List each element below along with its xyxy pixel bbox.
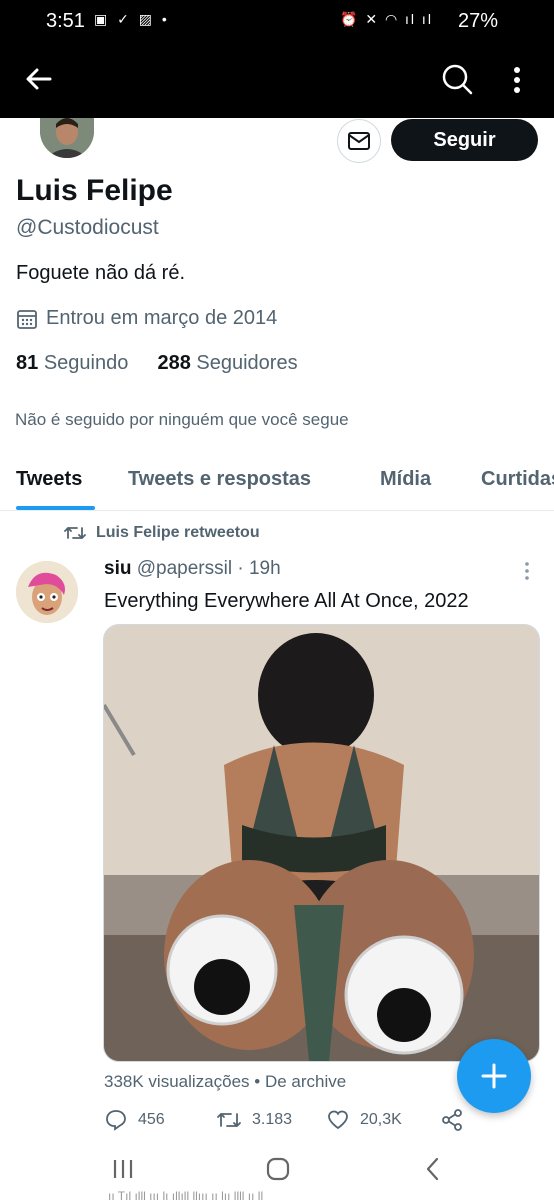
plus-icon [481, 1063, 507, 1089]
tab-media[interactable]: Mídia [380, 468, 431, 491]
active-tab-indicator [16, 506, 95, 510]
system-nav-bar: ıı Tıl ılll ııı lı ıllıll llııı ıı lıı l… [0, 1140, 554, 1203]
message-button[interactable] [337, 119, 381, 163]
status-bar: 3:51 ▣ ✓ ▨ • ⏰ ✕ ◠ ıl ıl 27% [0, 0, 554, 42]
compose-tweet-button[interactable] [457, 1039, 531, 1113]
calendar-icon [17, 309, 37, 329]
tweet-text: Everything Everywhere All At Once, 2022 [104, 590, 469, 612]
tab-tweets-replies[interactable]: Tweets e respostas [128, 468, 311, 491]
retweet-button-icon [217, 1113, 241, 1127]
more-options-icon[interactable] [505, 64, 529, 96]
retweet-note-text: Luis Felipe retweetou [96, 524, 260, 541]
profile-handle: @Custodiocust [16, 216, 159, 239]
tweet-more-icon[interactable] [522, 560, 532, 582]
following-label: Seguindo [43, 352, 129, 374]
following-count: 81 [16, 352, 39, 374]
status-left-icons: ▣ ✓ ▨ • [94, 11, 170, 27]
profile-tabs: Tweets Tweets e respostas Mídia Curtidas [0, 458, 554, 511]
views-count: 338K visualizações [104, 1072, 250, 1091]
not-followed-note: Não é seguido por ninguém que você segue [15, 410, 349, 429]
reply-action[interactable]: 456 [104, 1108, 165, 1132]
retweet-icon [64, 527, 86, 539]
status-time: 3:51 [46, 10, 85, 32]
follow-stats: 81 Seguindo 288 Seguidores [16, 352, 298, 375]
views-separator: • [254, 1072, 261, 1091]
tweet-separator: · [237, 558, 244, 579]
joined-text: Entrou em março de 2014 [46, 307, 278, 329]
like-action[interactable]: 20,3K [326, 1108, 402, 1132]
reply-icon [106, 1110, 126, 1131]
tweet-source[interactable]: De archive [265, 1072, 346, 1091]
joined-date: Entrou em março de 2014 [16, 307, 277, 330]
recent-apps-icon[interactable] [110, 1156, 136, 1182]
tweet-views: 338K visualizações • De archive [104, 1072, 346, 1092]
envelope-icon [348, 132, 370, 150]
tweet-author-handle[interactable]: @paperssil [137, 558, 232, 579]
tweet-author-name[interactable]: siu [104, 558, 131, 579]
retweet-action[interactable]: 3.183 [216, 1108, 292, 1132]
home-icon[interactable] [265, 1156, 291, 1182]
tweet-media[interactable] [103, 624, 540, 1062]
top-app-bar [0, 42, 554, 118]
profile-bio: Foguete não dá ré. [16, 262, 186, 284]
followers-label: Seguidores [196, 352, 298, 374]
tweet-time: 19h [248, 558, 281, 579]
like-count: 20,3K [360, 1111, 402, 1128]
follow-button[interactable]: Seguir [391, 119, 538, 161]
reply-count: 456 [138, 1111, 165, 1128]
heart-icon [328, 1110, 348, 1130]
profile-name: Luis Felipe [16, 174, 173, 207]
followers-link[interactable]: 288 Seguidores [157, 352, 297, 374]
tab-tweets[interactable]: Tweets [16, 468, 82, 491]
cut-off-text: ıı Tıl ılll ııı lı ıllıll llııı ıı lıı l… [108, 1189, 264, 1203]
search-icon[interactable] [440, 62, 474, 96]
tweet-author-avatar[interactable] [16, 561, 78, 623]
tweet-header: siu @paperssil · 19h [104, 558, 281, 580]
back-arrow-icon[interactable] [22, 62, 56, 96]
retweet-note: Luis Felipe retweetou [64, 524, 260, 542]
back-nav-icon[interactable] [420, 1156, 446, 1182]
tab-likes[interactable]: Curtidas [481, 468, 554, 491]
retweet-count: 3.183 [252, 1111, 293, 1128]
profile-avatar[interactable] [40, 118, 94, 158]
battery-level: 27% [458, 10, 499, 32]
following-link[interactable]: 81 Seguindo [16, 352, 128, 374]
followers-count: 288 [157, 352, 191, 374]
status-right-icons: ⏰ ✕ ◠ ıl ıl [340, 11, 433, 27]
